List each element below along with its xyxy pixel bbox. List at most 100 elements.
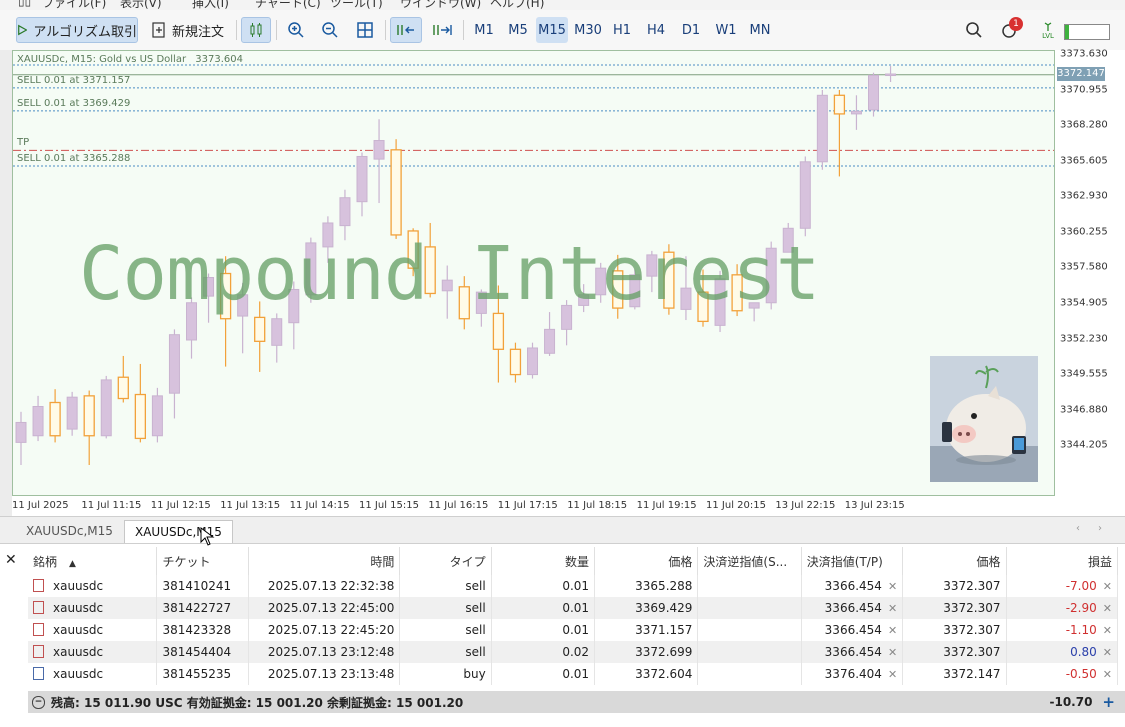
time-tick: 11 Jul 12:15 xyxy=(150,500,211,511)
candle xyxy=(339,189,351,241)
new-order-button[interactable]: 新規注文 xyxy=(145,17,231,43)
timeframe-m15[interactable]: M15 xyxy=(536,17,568,43)
sort-asc-icon: ▲ xyxy=(69,558,76,569)
close-position-icon[interactable]: ✕ xyxy=(1103,646,1112,659)
col-stop-loss[interactable]: 決済逆指値(S... xyxy=(697,547,802,575)
cell-price: 3369.429 xyxy=(594,597,699,619)
col-volume[interactable]: 数量 xyxy=(491,547,596,575)
cell-take-profit-text: 3366.454 xyxy=(824,601,882,615)
timeframe-m1[interactable]: M1 xyxy=(468,17,500,43)
trade-panel: ✕ 銘柄 ▲ チケット 時間 タイプ 数量 価格 決済逆指値(S... 決済指値(… xyxy=(0,547,1125,727)
left-panel-edge xyxy=(0,50,12,520)
time-axis[interactable]: 11 Jul 2025 11 Jul 11:15 11 Jul 12:15 11 Ju… xyxy=(12,496,1055,516)
remove-tp-icon[interactable]: ✕ xyxy=(888,624,897,637)
cell-ticket-text: 381410241 xyxy=(162,579,232,593)
table-row[interactable]: xauusdc 381422727 2025.07.13 22:45:00 sell 0… xyxy=(28,597,1119,619)
tab-scroll-right-icon[interactable]: › xyxy=(1098,523,1102,534)
remove-tp-icon[interactable]: ✕ xyxy=(888,646,897,659)
col-profit[interactable]: 損益 xyxy=(1006,547,1119,575)
tab-scroll-left-icon[interactable]: ‹ xyxy=(1076,523,1080,534)
cell-profit: 0.80 ✕ xyxy=(1006,641,1119,663)
cell-type: sell xyxy=(399,597,492,619)
candle xyxy=(219,256,232,367)
timeframe-mn[interactable]: MN xyxy=(744,17,776,43)
close-position-icon[interactable]: ✕ xyxy=(1103,580,1112,593)
timeframe-h1[interactable]: H1 xyxy=(606,17,638,43)
chart-shift-icon xyxy=(433,25,452,35)
zoom-out-button[interactable] xyxy=(316,17,344,43)
price-tick: 3357.580 xyxy=(1060,261,1108,273)
auto-scroll-button[interactable] xyxy=(390,17,422,43)
tab-chart-1[interactable]: XAUUSDc,M15 xyxy=(16,520,123,542)
level-label-3: SELL 0.01 at 3365.288 xyxy=(17,152,131,164)
timeframe-m5[interactable]: M5 xyxy=(502,17,534,43)
price-chart[interactable]: XAUUSDc, M15: Gold vs US Dollar 3373.604… xyxy=(12,50,1055,496)
cell-symbol: xauusdc xyxy=(28,575,158,597)
cell-stop-loss xyxy=(697,663,802,685)
cell-take-profit: 3366.454 ✕ xyxy=(801,619,904,641)
candle xyxy=(254,301,266,372)
tile-windows-button[interactable] xyxy=(351,17,379,43)
candle xyxy=(407,228,419,277)
candlestick-chart-button[interactable] xyxy=(241,17,271,43)
close-position-icon[interactable]: ✕ xyxy=(1103,602,1112,615)
close-panel-icon[interactable]: ✕ xyxy=(5,552,17,568)
col-type[interactable]: タイプ xyxy=(399,547,492,575)
price-axis[interactable]: 3373.630 3370.955 3368.280 3365.605 3362.930… xyxy=(1055,49,1125,496)
col-price[interactable]: 価格 xyxy=(594,547,699,575)
menu-tools[interactable]: ツール(T) xyxy=(330,0,383,10)
menu-view[interactable]: 表示(V) xyxy=(120,0,162,10)
timeframe-w1[interactable]: W1 xyxy=(710,17,742,43)
cell-take-profit-text: 3366.454 xyxy=(824,623,882,637)
position-icon xyxy=(33,645,44,658)
algo-trading-button[interactable]: アルゴリズム取引 xyxy=(16,17,138,43)
cell-take-profit: 3376.404 ✕ xyxy=(801,663,904,685)
cell-volume: 0.01 xyxy=(491,575,596,597)
menu-window[interactable]: ウインドウ(W) xyxy=(400,0,481,10)
cell-volume-text: 0.01 xyxy=(562,667,590,681)
cell-type-text: sell xyxy=(465,645,486,659)
cell-stop-loss xyxy=(697,641,802,663)
tab-chart-2[interactable]: XAUUSDc,M15 xyxy=(124,520,233,543)
remove-tp-icon[interactable]: ✕ xyxy=(888,668,897,681)
search-button[interactable] xyxy=(960,17,988,43)
col-symbol[interactable]: 銘柄 ▲ xyxy=(28,547,158,575)
remove-tp-icon[interactable]: ✕ xyxy=(888,602,897,615)
table-row[interactable]: xauusdc 381454404 2025.07.13 23:12:48 sell 0… xyxy=(28,641,1119,663)
table-row[interactable]: xauusdc 381455235 2025.07.13 23:13:48 buy 0.… xyxy=(28,663,1119,685)
menu-file[interactable]: ファイル(F) xyxy=(42,0,106,10)
menu-chart[interactable]: チャート(C) xyxy=(255,0,321,10)
col-current-price[interactable]: 価格 xyxy=(902,547,1007,575)
add-icon[interactable]: + xyxy=(1102,693,1115,711)
cell-type-text: sell xyxy=(465,579,486,593)
table-row[interactable]: xauusdc 381423328 2025.07.13 22:45:20 sell 0… xyxy=(28,619,1119,641)
zoom-in-button[interactable] xyxy=(282,17,310,43)
menu-help[interactable]: ヘルプ(H) xyxy=(490,0,544,10)
cell-type-text: sell xyxy=(465,623,486,637)
chart-tab-bar: XAUUSDc,M15 XAUUSDc,M15 ‹ › xyxy=(0,516,1125,546)
close-position-icon[interactable]: ✕ xyxy=(1103,668,1112,681)
summary-collapse-icon[interactable]: − xyxy=(32,695,45,709)
candle xyxy=(782,222,794,253)
cell-volume: 0.01 xyxy=(491,663,596,685)
cell-symbol-text: xauusdc xyxy=(53,667,104,681)
candle xyxy=(561,300,573,346)
timeframe-d1[interactable]: D1 xyxy=(675,17,707,43)
time-tick: 11 Jul 16:15 xyxy=(428,500,489,511)
table-row[interactable]: xauusdc 381410241 2025.07.13 22:32:38 sell 0… xyxy=(28,575,1119,597)
timeframe-h4[interactable]: H4 xyxy=(640,17,672,43)
candle xyxy=(748,302,760,322)
timeframe-m30[interactable]: M30 xyxy=(572,17,604,43)
col-ticket[interactable]: チケット xyxy=(156,547,249,575)
col-take-profit[interactable]: 決済指値(T/P) xyxy=(801,547,904,575)
chart-shift-button[interactable] xyxy=(426,17,458,43)
remove-tp-icon[interactable]: ✕ xyxy=(888,580,897,593)
menu-insert[interactable]: 挿入(I) xyxy=(192,0,229,10)
close-position-icon[interactable]: ✕ xyxy=(1103,624,1112,637)
candle xyxy=(629,269,641,310)
cell-profit: -0.50 ✕ xyxy=(1006,663,1119,685)
position-icon xyxy=(33,667,44,680)
col-time[interactable]: 時間 xyxy=(248,547,401,575)
cell-symbol-text: xauusdc xyxy=(53,601,104,615)
notifications-button[interactable]: 1 xyxy=(996,17,1024,43)
